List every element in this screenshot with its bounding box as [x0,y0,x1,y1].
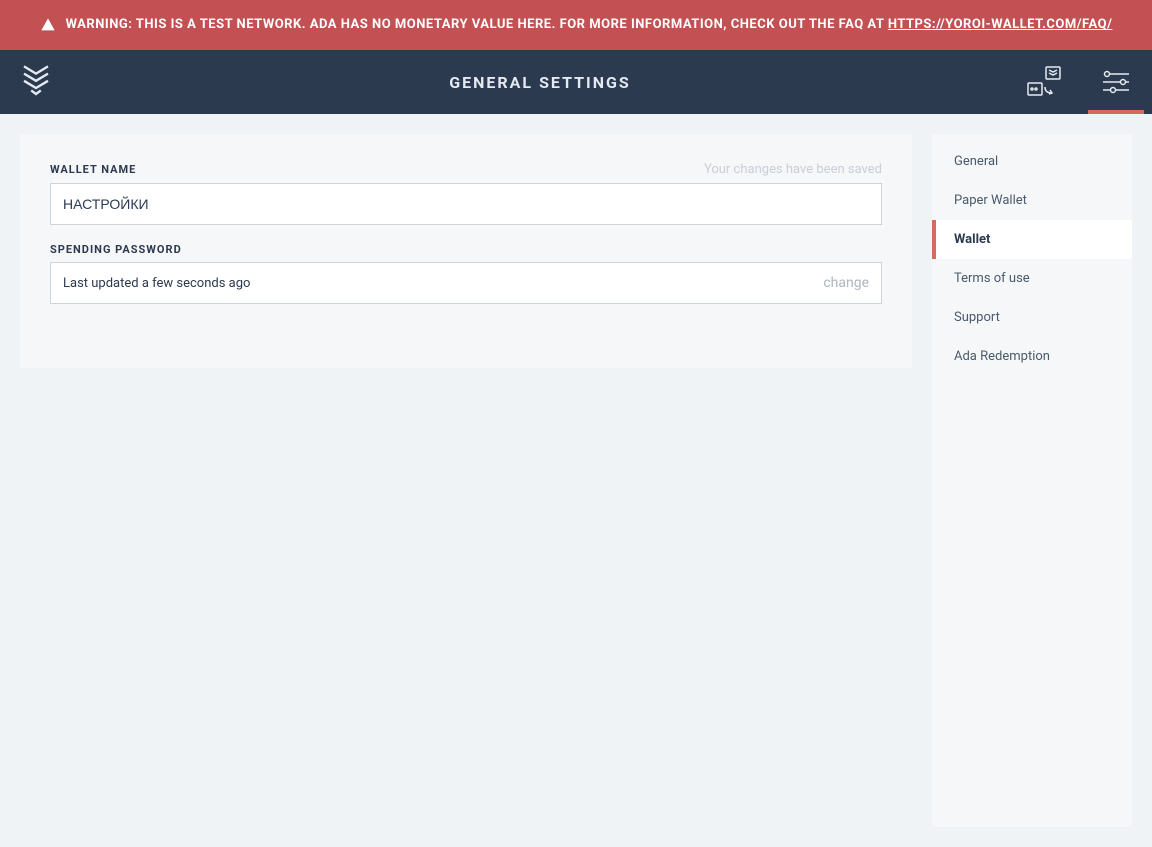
spending-password-updated-text: Last updated a few seconds ago [63,276,250,291]
spending-password-label: SPENDING PASSWORD [50,243,182,256]
wallet-name-field: WALLET NAME Your changes have been saved [50,162,882,225]
wallet-name-label: WALLET NAME [50,163,136,176]
sidebar-item-paper-wallet[interactable]: Paper Wallet [932,181,1132,220]
warning-faq-link[interactable]: HTTPS://YOROI-WALLET.COM/FAQ/ [888,17,1113,32]
wallet-name-saved-status: Your changes have been saved [704,162,882,177]
header-actions [1008,50,1152,114]
wallet-name-input[interactable] [50,183,882,225]
spending-password-field: SPENDING PASSWORD Last updated a few sec… [50,243,882,304]
warning-prefix: WARNING: THIS IS A TEST NETWORK. ADA HAS… [66,17,888,32]
sidebar-item-ada-redemption[interactable]: Ada Redemption [932,337,1132,376]
sidebar-item-wallet[interactable]: Wallet [932,220,1132,259]
content-area: WALLET NAME Your changes have been saved… [0,114,1152,847]
warning-triangle-icon [40,17,56,33]
sidebar-item-support[interactable]: Support [932,298,1132,337]
change-password-link[interactable]: change [823,275,869,291]
sidebar-item-terms-of-use[interactable]: Terms of use [932,259,1132,298]
wallet-settings-card: WALLET NAME Your changes have been saved… [20,134,912,368]
page-title: GENERAL SETTINGS [72,50,1008,114]
wallet-switch-button[interactable] [1008,50,1080,114]
app-logo[interactable] [0,50,72,114]
app-header: GENERAL SETTINGS [0,50,1152,114]
spending-password-row: Last updated a few seconds ago change [50,262,882,304]
sidebar-item-general[interactable]: General [932,142,1132,181]
settings-sidebar: General Paper Wallet Wallet Terms of use… [932,134,1132,827]
warning-text: WARNING: THIS IS A TEST NETWORK. ADA HAS… [66,15,1113,35]
test-network-warning-banner: WARNING: THIS IS A TEST NETWORK. ADA HAS… [0,0,1152,50]
settings-button[interactable] [1080,50,1152,114]
